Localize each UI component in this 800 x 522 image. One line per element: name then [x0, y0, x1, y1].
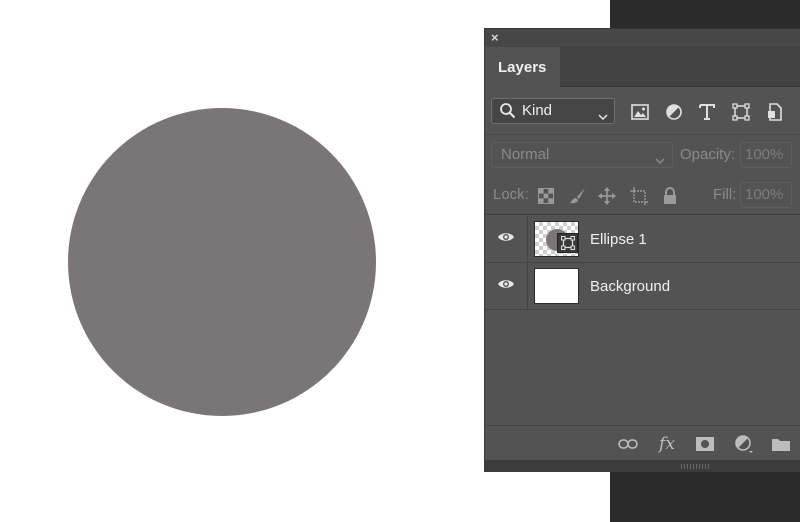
shape-filter-icon[interactable]: [730, 101, 752, 123]
lock-image-pixels-icon[interactable]: [568, 186, 588, 206]
filter-row: Kind: [485, 87, 800, 135]
fx-icon[interactable]: fx: [656, 433, 678, 455]
new-group-folder-icon[interactable]: [770, 433, 792, 455]
layer-row-background[interactable]: Background: [485, 263, 800, 310]
adjustment-filter-icon[interactable]: [663, 101, 685, 123]
panel-titlebar[interactable]: ×: [485, 29, 800, 47]
chevron-down-icon: [655, 152, 665, 169]
layers-panel: × Layers Kind Normal Opacity: 100% Lock:…: [484, 28, 800, 472]
panel-resize-handle[interactable]: [485, 460, 800, 471]
lock-label: Lock:: [493, 186, 529, 203]
eye-icon[interactable]: [497, 230, 515, 248]
link-layers-icon[interactable]: [617, 433, 639, 455]
lock-transparent-pixels-icon[interactable]: [536, 186, 556, 206]
type-filter-icon[interactable]: [696, 101, 718, 123]
layer-row-ellipse[interactable]: Ellipse 1: [485, 216, 800, 263]
ellipse-shape[interactable]: [68, 108, 376, 416]
tab-layers[interactable]: Layers: [485, 47, 560, 87]
blend-mode-value: Normal: [501, 146, 550, 163]
lock-artboard-icon[interactable]: [629, 186, 649, 206]
layer-name[interactable]: Background: [590, 278, 670, 295]
grip-icon: [681, 464, 709, 469]
image-filter-icon[interactable]: [629, 101, 651, 123]
fill-field[interactable]: 100%: [740, 182, 792, 208]
filter-kind-label: Kind: [522, 102, 553, 119]
blend-row: Normal Opacity: 100%: [485, 135, 800, 175]
visibility-toggle[interactable]: [485, 263, 528, 309]
smart-object-filter-icon[interactable]: [764, 101, 786, 123]
new-adjustment-layer-icon[interactable]: [733, 433, 755, 455]
eye-icon[interactable]: [497, 277, 515, 295]
chevron-down-icon: [598, 108, 608, 125]
lock-position-icon[interactable]: [597, 186, 617, 206]
panel-bottom-toolbar: fx: [485, 425, 800, 459]
opacity-field[interactable]: 100%: [740, 142, 792, 168]
filter-kind-select[interactable]: Kind: [491, 98, 615, 124]
visibility-toggle[interactable]: [485, 216, 528, 262]
opacity-label: Opacity:: [680, 146, 736, 163]
lock-row: Lock: Fill: 100%: [485, 175, 800, 215]
panel-tab-row: Layers: [485, 47, 800, 87]
blend-mode-select[interactable]: Normal: [491, 142, 673, 168]
search-icon: [499, 102, 517, 124]
add-mask-icon[interactable]: [694, 433, 716, 455]
shape-layer-badge-icon: [557, 233, 578, 253]
fill-label: Fill:: [713, 186, 737, 203]
close-icon[interactable]: ×: [491, 30, 499, 46]
layer-name[interactable]: Ellipse 1: [590, 231, 647, 248]
layer-thumbnail: [534, 268, 579, 304]
lock-all-icon[interactable]: [660, 186, 680, 206]
